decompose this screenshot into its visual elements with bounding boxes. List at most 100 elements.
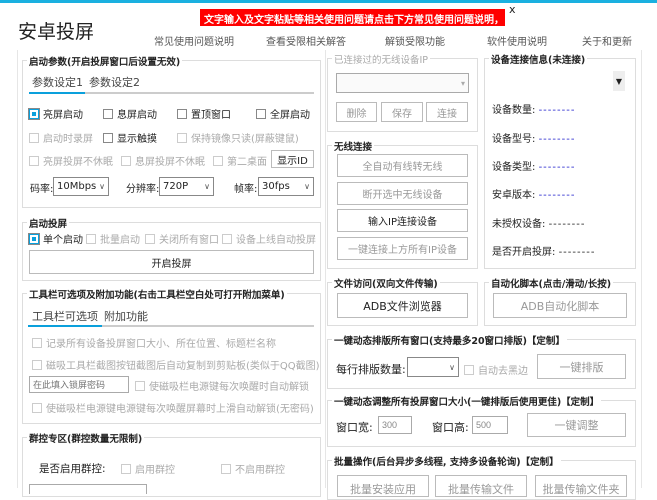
checkbox[interactable] bbox=[29, 132, 39, 143]
check-off-nosleep[interactable]: 息屏投屏不休眠 bbox=[121, 153, 205, 168]
nav-about[interactable]: 关于和更新 bbox=[582, 33, 632, 48]
check-swipe-unlock[interactable]: 使磁吸栏电源键电源键每次唤醒屏幕时上滑自动解锁(无密码) bbox=[32, 400, 314, 415]
check-batch-start[interactable]: 批量启动 bbox=[86, 231, 140, 246]
nav-manual[interactable]: 软件使用说明 bbox=[487, 33, 547, 48]
nav-faq[interactable]: 常见使用问题说明 bbox=[154, 33, 234, 48]
disconnect-wireless-button[interactable]: 断开选中无线设备 bbox=[337, 182, 468, 205]
check-enable-group[interactable]: 启用群控 bbox=[121, 461, 175, 476]
lock-password-input[interactable] bbox=[29, 376, 129, 393]
check-disable-group[interactable]: 不启用群控 bbox=[221, 461, 285, 476]
check-bright-nosleep[interactable]: 亮屏投屏不休眠 bbox=[29, 153, 113, 168]
value: -------- bbox=[548, 219, 586, 230]
android-version: 安卓版本: -------- bbox=[492, 186, 575, 201]
value: -------- bbox=[538, 190, 576, 201]
label: 置顶窗口 bbox=[191, 110, 231, 121]
check-record-window[interactable]: 记录所有设备投屏窗口大小、所在位置、标题栏名称 bbox=[32, 335, 276, 350]
checkbox[interactable] bbox=[121, 463, 131, 474]
input-ip-button[interactable]: 输入IP连接设备 bbox=[337, 209, 468, 232]
checkbox[interactable] bbox=[221, 463, 231, 474]
check-readonly[interactable]: 保持镜像只读(屏蔽键鼠) bbox=[177, 130, 299, 145]
checkbox[interactable] bbox=[145, 233, 155, 244]
label: 设备上线自动投屏 bbox=[236, 235, 316, 246]
adb-file-browser-button[interactable]: ADB文件浏览器 bbox=[337, 293, 468, 318]
connect-button[interactable]: 连接 bbox=[426, 102, 468, 122]
check-record[interactable]: 启动时录屏 bbox=[29, 130, 93, 145]
checkbox[interactable] bbox=[177, 108, 187, 119]
checkbox[interactable] bbox=[32, 337, 42, 348]
tab-params-1[interactable]: 参数设定1 bbox=[32, 74, 83, 90]
checkbox[interactable] bbox=[121, 155, 131, 166]
bitrate-select[interactable]: 10Mbps ∨ bbox=[53, 177, 109, 196]
checkbox[interactable] bbox=[32, 402, 42, 413]
label: 批量启动 bbox=[100, 235, 140, 246]
nav-restrictions[interactable]: 查看受限相关解答 bbox=[266, 33, 346, 48]
show-id-button[interactable]: 显示ID bbox=[271, 150, 314, 168]
checkbox[interactable] bbox=[28, 232, 40, 245]
check-pin-top[interactable]: 置顶窗口 bbox=[177, 106, 231, 121]
close-banner-icon[interactable]: x bbox=[509, 3, 516, 16]
checkbox[interactable] bbox=[103, 132, 113, 143]
one-click-layout-button[interactable]: 一键排版 bbox=[537, 354, 626, 379]
check-auto-cast[interactable]: 设备上线自动投屏 bbox=[222, 231, 316, 246]
batch-transfer-folder-button[interactable]: 批量传输文件夹 bbox=[535, 475, 627, 497]
checkbox[interactable] bbox=[103, 108, 113, 119]
group-title: 自动化脚本(点击/滑动/长按) bbox=[489, 276, 614, 290]
checkbox[interactable] bbox=[177, 132, 187, 143]
label: 是否开启投屏: bbox=[492, 247, 556, 258]
checkbox[interactable] bbox=[256, 108, 266, 119]
check-show-touch[interactable]: 显示触摸 bbox=[103, 130, 157, 145]
chevron-down-icon: ∨ bbox=[304, 182, 310, 191]
checkbox[interactable] bbox=[464, 364, 474, 375]
checkbox[interactable] bbox=[222, 233, 232, 244]
wireless-ip-select[interactable]: ▾ bbox=[336, 73, 469, 93]
checkbox[interactable] bbox=[135, 380, 145, 391]
tab-toolbar-options[interactable]: 工具栏可选项 bbox=[32, 308, 98, 324]
connect-all-ip-button[interactable]: 一键连接上方所有IP设备 bbox=[337, 237, 468, 260]
label: 单个启动 bbox=[43, 235, 83, 246]
group-control-select[interactable] bbox=[29, 484, 147, 494]
checkbox[interactable] bbox=[28, 107, 40, 120]
value: 720P bbox=[163, 181, 189, 192]
group-title: 无线连接 bbox=[332, 139, 375, 153]
resolution-select[interactable]: 720P ∨ bbox=[159, 177, 214, 196]
check-fullscreen[interactable]: 全屏启动 bbox=[256, 106, 310, 121]
app-title: 安卓投屏 bbox=[18, 21, 95, 43]
check-second-desktop[interactable]: 第二桌面 bbox=[213, 153, 267, 168]
value: -------- bbox=[538, 134, 576, 145]
window-width-input[interactable] bbox=[378, 416, 412, 434]
save-button[interactable]: 保存 bbox=[381, 102, 423, 122]
label: 息屏启动 bbox=[117, 110, 157, 121]
checkbox[interactable] bbox=[29, 155, 39, 166]
label: 设备数量: bbox=[492, 105, 536, 116]
device-select-arrow-icon[interactable]: ▼ bbox=[613, 71, 625, 91]
checkbox[interactable] bbox=[32, 359, 42, 370]
check-single-start[interactable]: 单个启动 bbox=[28, 231, 83, 246]
batch-transfer-file-button[interactable]: 批量传输文件 bbox=[435, 475, 527, 497]
tab-params-2[interactable]: 参数设定2 bbox=[89, 74, 140, 90]
delete-button[interactable]: 删除 bbox=[336, 102, 377, 122]
start-cast-button[interactable]: 开启投屏 bbox=[29, 250, 314, 274]
checkbox[interactable] bbox=[86, 233, 96, 244]
check-auto-unlock[interactable]: 使磁吸栏电源键每次唤醒时自动解锁 bbox=[135, 378, 309, 393]
check-screenshot-clipboard[interactable]: 磁吸工具栏截图按钮截图后自动复制到剪贴板(类似于QQ截图) bbox=[32, 357, 320, 372]
window-height-input[interactable] bbox=[472, 416, 508, 434]
label: 息屏投屏不休眠 bbox=[135, 157, 205, 168]
check-bright-start[interactable]: 亮屏启动 bbox=[28, 106, 83, 121]
device-model: 设备型号: -------- bbox=[492, 130, 575, 145]
auto-wireless-button[interactable]: 全自动有线转无线 bbox=[337, 154, 468, 177]
fps-select[interactable]: 30fps ∨ bbox=[258, 177, 314, 196]
nav-unlock[interactable]: 解锁受限功能 bbox=[385, 33, 445, 48]
tab-extra-features[interactable]: 附加功能 bbox=[104, 308, 148, 324]
cast-status: 是否开启投屏: -------- bbox=[492, 243, 595, 258]
batch-install-button[interactable]: 批量安装应用 bbox=[337, 475, 429, 497]
one-click-resize-button[interactable]: 一键调整 bbox=[527, 413, 626, 437]
label: 亮屏启动 bbox=[43, 110, 83, 121]
label: 保持镜像只读(屏蔽键鼠) bbox=[191, 134, 299, 145]
mid-divider bbox=[325, 50, 326, 488]
adb-automation-button[interactable]: ADB自动化脚本 bbox=[493, 293, 627, 318]
check-screen-off-start[interactable]: 息屏启动 bbox=[103, 106, 157, 121]
checkbox[interactable] bbox=[213, 155, 223, 166]
per-row-select[interactable]: ∨ bbox=[407, 357, 459, 377]
check-remove-black-border[interactable]: 自动去黑边 bbox=[464, 362, 528, 377]
check-close-all[interactable]: 关闭所有窗口 bbox=[145, 231, 219, 246]
